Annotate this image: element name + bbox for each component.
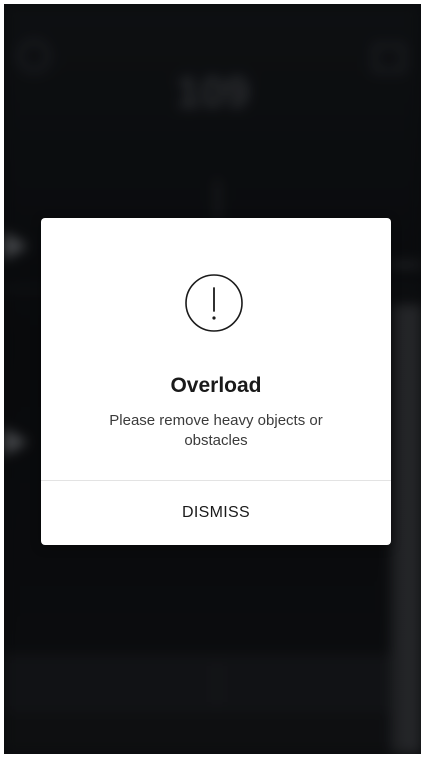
app-screen: 109 Overload Please remove heavy objects… <box>4 4 421 754</box>
exclamation-circle-icon <box>185 274 243 332</box>
dismiss-button[interactable]: DISMISS <box>41 481 391 545</box>
dialog-message: Please remove heavy objects or obstacles <box>109 412 323 449</box>
dialog-title: Overload <box>170 374 262 397</box>
overload-dialog: Overload Please remove heavy objects or … <box>41 218 391 545</box>
